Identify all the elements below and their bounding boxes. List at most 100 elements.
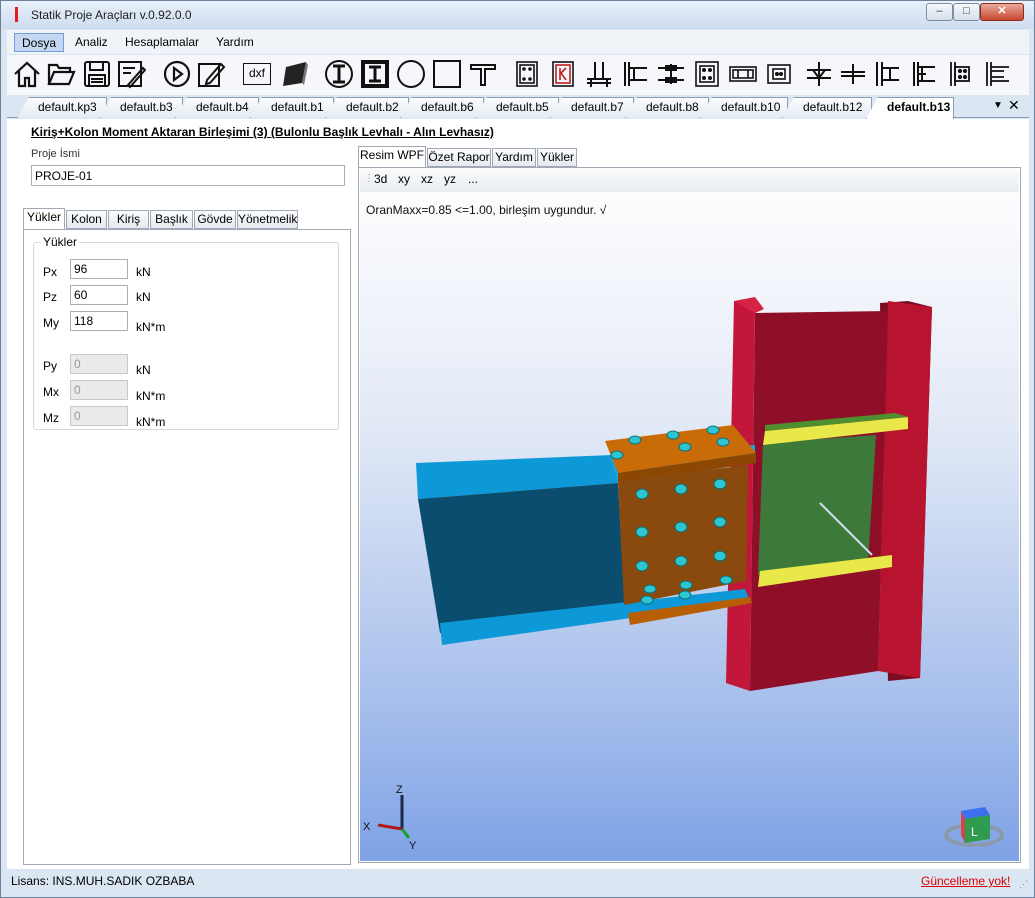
bolt bbox=[674, 483, 688, 495]
doc-tab[interactable]: default.b4 bbox=[175, 97, 259, 118]
run-icon[interactable] bbox=[161, 58, 193, 90]
doc-tab[interactable]: default.b1 bbox=[250, 97, 334, 118]
doc-tab[interactable]: default.b7 bbox=[550, 97, 634, 118]
dxf-icon[interactable]: dxf bbox=[241, 58, 273, 90]
stiffener-icon[interactable] bbox=[945, 58, 977, 90]
bolt bbox=[643, 584, 657, 594]
menu-yardim[interactable]: Yardım bbox=[209, 33, 261, 52]
doc-tab[interactable]: default.kp3 bbox=[17, 97, 107, 118]
bolt bbox=[716, 437, 730, 447]
double-conn-icon[interactable] bbox=[981, 58, 1013, 90]
py-input bbox=[70, 354, 128, 374]
pz-input[interactable] bbox=[70, 285, 128, 305]
close-button[interactable]: ✕ bbox=[980, 3, 1024, 21]
view-cube-icon: L bbox=[944, 807, 1004, 847]
close-tab-icon[interactable]: ✕ bbox=[1008, 97, 1020, 114]
tab-yukler[interactable]: Yükler bbox=[23, 208, 65, 230]
base-plate-icon[interactable] bbox=[583, 58, 615, 90]
tab-kiris[interactable]: Kiriş bbox=[108, 210, 149, 229]
doc-tab[interactable]: default.b2 bbox=[325, 97, 409, 118]
bolt bbox=[706, 425, 720, 435]
axis-z-label: Z bbox=[396, 784, 403, 796]
square-section-icon[interactable] bbox=[431, 58, 463, 90]
settings-doc-icon[interactable] bbox=[115, 58, 147, 90]
connection-3d-model: Z X Y L bbox=[363, 297, 1004, 852]
moment-conn-icon[interactable] bbox=[907, 58, 939, 90]
bolt bbox=[610, 450, 624, 460]
cover-plate-icon[interactable] bbox=[727, 58, 759, 90]
bolt bbox=[640, 595, 654, 605]
tab-yonetmelik[interactable]: Yönetmelik bbox=[237, 210, 298, 229]
title-bar: Statik Proje Araçları v.0.92.0.0 – □ ✕ bbox=[1, 1, 1034, 29]
menu-analiz[interactable]: Analiz bbox=[68, 33, 115, 52]
tab-list-dropdown-icon[interactable]: ▼ bbox=[993, 100, 1003, 111]
doc-tab-active[interactable]: default.b13 bbox=[866, 97, 954, 119]
tab-yardim[interactable]: Yardım bbox=[492, 148, 536, 167]
web-splice-icon[interactable] bbox=[763, 58, 795, 90]
open-folder-icon[interactable] bbox=[45, 58, 77, 90]
boxed-i-section-icon[interactable] bbox=[359, 58, 391, 90]
loads-group: Yükler Px kN Pz kN My kN*m Py kN Mx kN*m… bbox=[33, 235, 339, 430]
tab-baslik[interactable]: Başlık bbox=[150, 210, 193, 229]
beam-column-icon[interactable] bbox=[871, 58, 903, 90]
tab-resim-wpf[interactable]: Resim WPF bbox=[358, 146, 426, 168]
px-label: Px bbox=[43, 265, 58, 279]
tab-ozet-rapor[interactable]: Özet Rapor bbox=[427, 148, 491, 167]
minimize-button[interactable]: – bbox=[926, 3, 953, 21]
doc-tab[interactable]: default.b5 bbox=[475, 97, 559, 118]
tab-kolon[interactable]: Kolon bbox=[66, 210, 107, 229]
bolt bbox=[635, 526, 649, 538]
doc-tab[interactable]: default.b8 bbox=[625, 97, 709, 118]
mz-input bbox=[70, 406, 128, 426]
document-tabs: default.kp3 default.b3 default.b4 defaul… bbox=[7, 96, 1029, 119]
app-icon bbox=[15, 7, 18, 22]
plate-3d-icon[interactable] bbox=[279, 58, 311, 90]
page-title: Kiriş+Kolon Moment Aktaran Birleşimi (3)… bbox=[31, 125, 494, 139]
license-text: Lisans: INS.MUH.SADIK OZBABA bbox=[11, 874, 195, 888]
doc-tab[interactable]: default.b3 bbox=[99, 97, 183, 118]
my-input[interactable] bbox=[70, 311, 128, 331]
beam-splice-icon[interactable] bbox=[655, 58, 687, 90]
bolt bbox=[635, 560, 649, 572]
mx-label: Mx bbox=[43, 385, 59, 399]
view-xy-button[interactable]: xy bbox=[398, 172, 410, 186]
menu-dosya[interactable]: Dosya bbox=[14, 33, 65, 52]
py-unit: kN bbox=[136, 363, 151, 377]
circle-i-section-icon[interactable] bbox=[323, 58, 355, 90]
view-3d-button[interactable]: 3d bbox=[374, 172, 387, 186]
graphics-panel: ⋮ 3d xy xz yz ... Z X Y L OranMaxx=0.85 … bbox=[358, 167, 1021, 863]
home-icon[interactable] bbox=[11, 58, 43, 90]
tab-yukler-report[interactable]: Yükler bbox=[537, 148, 577, 167]
bolt bbox=[635, 488, 649, 500]
py-label: Py bbox=[43, 359, 58, 373]
project-name-input[interactable] bbox=[31, 165, 345, 186]
bolt bbox=[713, 516, 727, 528]
view-xz-button[interactable]: xz bbox=[421, 172, 433, 186]
t-section-icon[interactable] bbox=[467, 58, 499, 90]
axis-triad: Z X Y bbox=[363, 784, 417, 852]
flange-splice-icon[interactable] bbox=[837, 58, 869, 90]
project-group: Proje İsmi bbox=[23, 148, 351, 188]
px-input[interactable] bbox=[70, 259, 128, 279]
bolt-group-icon[interactable] bbox=[691, 58, 723, 90]
view-yz-button[interactable]: yz bbox=[444, 172, 456, 186]
edit-icon[interactable] bbox=[195, 58, 227, 90]
save-icon[interactable] bbox=[81, 58, 113, 90]
k-plate-icon[interactable] bbox=[547, 58, 579, 90]
column-splice-icon[interactable] bbox=[803, 58, 835, 90]
maximize-button[interactable]: □ bbox=[953, 3, 980, 21]
circle-section-icon[interactable] bbox=[395, 58, 427, 90]
resize-grip-icon[interactable]: ⋰ bbox=[1019, 879, 1028, 890]
view-more-button[interactable]: ... bbox=[468, 172, 478, 186]
doc-tab[interactable]: default.b12 bbox=[782, 97, 872, 118]
update-link[interactable]: Güncelleme yok! bbox=[921, 874, 1010, 888]
grip-icon: ⋮ bbox=[364, 173, 374, 184]
pz-unit: kN bbox=[136, 290, 151, 304]
end-plate-icon[interactable] bbox=[619, 58, 651, 90]
bolt-plate-icon[interactable] bbox=[511, 58, 543, 90]
doc-tab[interactable]: default.b6 bbox=[400, 97, 484, 118]
3d-viewport[interactable]: Z X Y L OranMaxx=0.85 <=1.00, birleşim u… bbox=[360, 193, 1019, 861]
doc-tab[interactable]: default.b10 bbox=[700, 97, 788, 118]
tab-govde[interactable]: Gövde bbox=[194, 210, 236, 229]
menu-hesaplamalar[interactable]: Hesaplamalar bbox=[118, 33, 206, 52]
